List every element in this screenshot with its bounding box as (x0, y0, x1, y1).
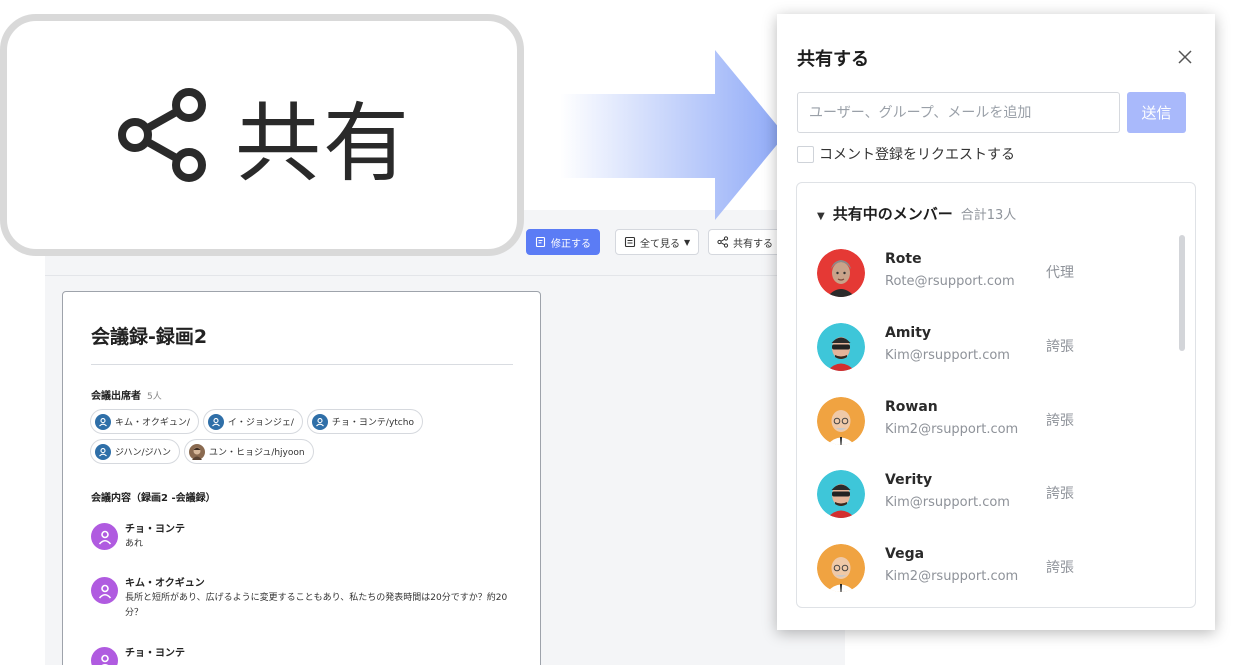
user-icon (95, 413, 111, 430)
member-row[interactable]: Rote Rote@rsupport.com 代理 (817, 246, 1167, 302)
toolbar-share-label: 共有する (733, 238, 773, 250)
member-name: Verity (885, 472, 933, 488)
member-role[interactable]: 誇張 (1046, 336, 1074, 356)
attendee-list: キム・オクギュン/ イ・ジョンジェ/ チョ・ヨンテ/ytcho ジハン/ジハン … (90, 409, 510, 464)
member-role[interactable]: 誇張 (1046, 557, 1074, 577)
title-divider (91, 364, 513, 365)
dialog-title: 共有する (797, 49, 869, 70)
member-name: Rote (885, 251, 922, 267)
attendees-heading: 会議出席者 5人 (91, 387, 162, 402)
caret-down-icon: ▼ (817, 211, 825, 222)
avatar (817, 323, 865, 371)
member-row[interactable]: Rowan Kim2@rsupport.com 誇張 (817, 394, 1167, 450)
view-all-dropdown[interactable]: 全て見る ▼ (615, 229, 700, 255)
edit-button[interactable]: 修正する (526, 229, 600, 255)
meeting-minutes-document: 会議録-録画2 会議出席者 5人 キム・オクギュン/ イ・ジョンジェ/ チョ・ヨン… (62, 291, 541, 665)
scrollbar[interactable] (1179, 235, 1185, 351)
avatar (817, 544, 865, 592)
share-icon (118, 88, 206, 182)
share-icon (717, 236, 729, 248)
screenshot-stage: 修正する 全て見る ▼ 共有する 会議録-録画2 会議出席者 5人 キム・オクギュ… (0, 0, 1236, 665)
attendee-chip[interactable]: ジハン/ジハン (90, 439, 180, 464)
profile-photo-avatar (188, 443, 205, 460)
speaker-name: チョ・ヨンテ (125, 648, 185, 659)
attendee-name: チョ・ヨンテ/ytcho (331, 418, 414, 428)
member-name: Rowan (885, 399, 938, 415)
message-text: 長所と短所があり、広げるように変更することもあり、私たちの発表時間は20分ですか… (125, 593, 508, 618)
member-email: Kim@rsupport.com (885, 495, 1010, 510)
member-email: Kim@rsupport.com (885, 348, 1010, 363)
avatar (817, 470, 865, 518)
attendee-name: イ・ジョンジェ/ (227, 418, 294, 428)
callout-label: 共有 (235, 93, 411, 194)
request-comment-label: コメント登録をリクエストする (819, 147, 1015, 163)
members-title: 共有中のメンバー (832, 205, 953, 223)
share-button-zoom-callout: 共有 (0, 14, 524, 256)
attendee-chip[interactable]: イ・ジョンジェ/ (202, 409, 303, 434)
speaker-name: チョ・ヨンテ (125, 524, 185, 535)
view-all-label: 全て見る (640, 238, 680, 250)
user-icon (207, 413, 224, 430)
attendee-name: ジハン/ジハン (115, 448, 171, 458)
request-comment-checkbox[interactable] (797, 145, 814, 163)
attendee-chip[interactable]: チョ・ヨンテ/ytcho (306, 409, 423, 434)
member-row[interactable]: Verity Kim@rsupport.com 誇張 (817, 467, 1167, 523)
shared-members-panel: ▼ 共有中のメンバー 合計13人 Rote Rote@rsupport.com … (796, 182, 1196, 608)
content-heading: 会議内容（録画2 -会議録） (91, 493, 216, 504)
edit-icon (535, 236, 546, 248)
attendee-chip[interactable]: ユン・ヒョジュ/hjyoon (183, 439, 314, 464)
speaker-name: キム・オクギュン (125, 578, 205, 589)
member-role[interactable]: 誇張 (1046, 483, 1074, 503)
chat-message: チョ・ヨンテ (91, 647, 525, 665)
toolbar-divider (45, 275, 845, 276)
member-email: Kim2@rsupport.com (885, 422, 1019, 437)
members-total: 合計13人 (960, 208, 1017, 223)
send-button[interactable]: 送信 (1127, 92, 1186, 133)
close-icon[interactable] (1176, 48, 1194, 66)
request-comment-option[interactable]: コメント登録をリクエストする (797, 144, 1015, 164)
list-icon (624, 236, 636, 248)
member-email: Kim2@rsupport.com (885, 569, 1019, 584)
member-row[interactable]: Amity Kim@rsupport.com 誇張 (817, 320, 1167, 376)
document-title: 会議録-録画2 (91, 326, 208, 348)
member-role[interactable]: 誇張 (1046, 410, 1074, 430)
member-name: Amity (885, 325, 932, 341)
user-icon (311, 413, 328, 430)
attendee-name: ユン・ヒョジュ/hjyoon (208, 448, 305, 458)
member-row[interactable]: Vega Kim2@rsupport.com 誇張 (817, 541, 1167, 597)
message-text: あれ (125, 539, 144, 549)
chat-message: チョ・ヨンテ あれ (91, 523, 525, 552)
edit-button-label: 修正する (551, 238, 591, 250)
member-role[interactable]: 代理 (1046, 262, 1074, 282)
attendees-label: 会議出席者 (91, 391, 141, 402)
attendee-chip[interactable]: キム・オクギュン/ (90, 409, 199, 434)
user-icon (91, 647, 118, 665)
avatar (817, 249, 865, 297)
chat-message: キム・オクギュン 長所と短所があり、広げるように変更することもあり、私たちの発表… (91, 577, 525, 621)
toolbar-share-button[interactable]: 共有する (708, 229, 781, 255)
user-icon (91, 577, 118, 604)
user-icon (95, 443, 111, 460)
member-name: Vega (885, 546, 925, 562)
user-icon (91, 523, 118, 550)
attendees-count: 5人 (147, 392, 162, 402)
attendee-name: キム・オクギュン/ (115, 418, 190, 428)
members-header[interactable]: ▼ 共有中のメンバー 合計13人 (817, 203, 1016, 224)
arrow-right-icon (560, 50, 785, 220)
add-recipient-input[interactable] (797, 92, 1120, 133)
caret-down-icon: ▼ (684, 237, 691, 247)
share-dialog: 共有する 送信 コメント登録をリクエストする ▼ 共有中のメンバー 合計13人 (777, 14, 1215, 630)
avatar (817, 397, 865, 445)
member-email: Rote@rsupport.com (885, 274, 1015, 289)
